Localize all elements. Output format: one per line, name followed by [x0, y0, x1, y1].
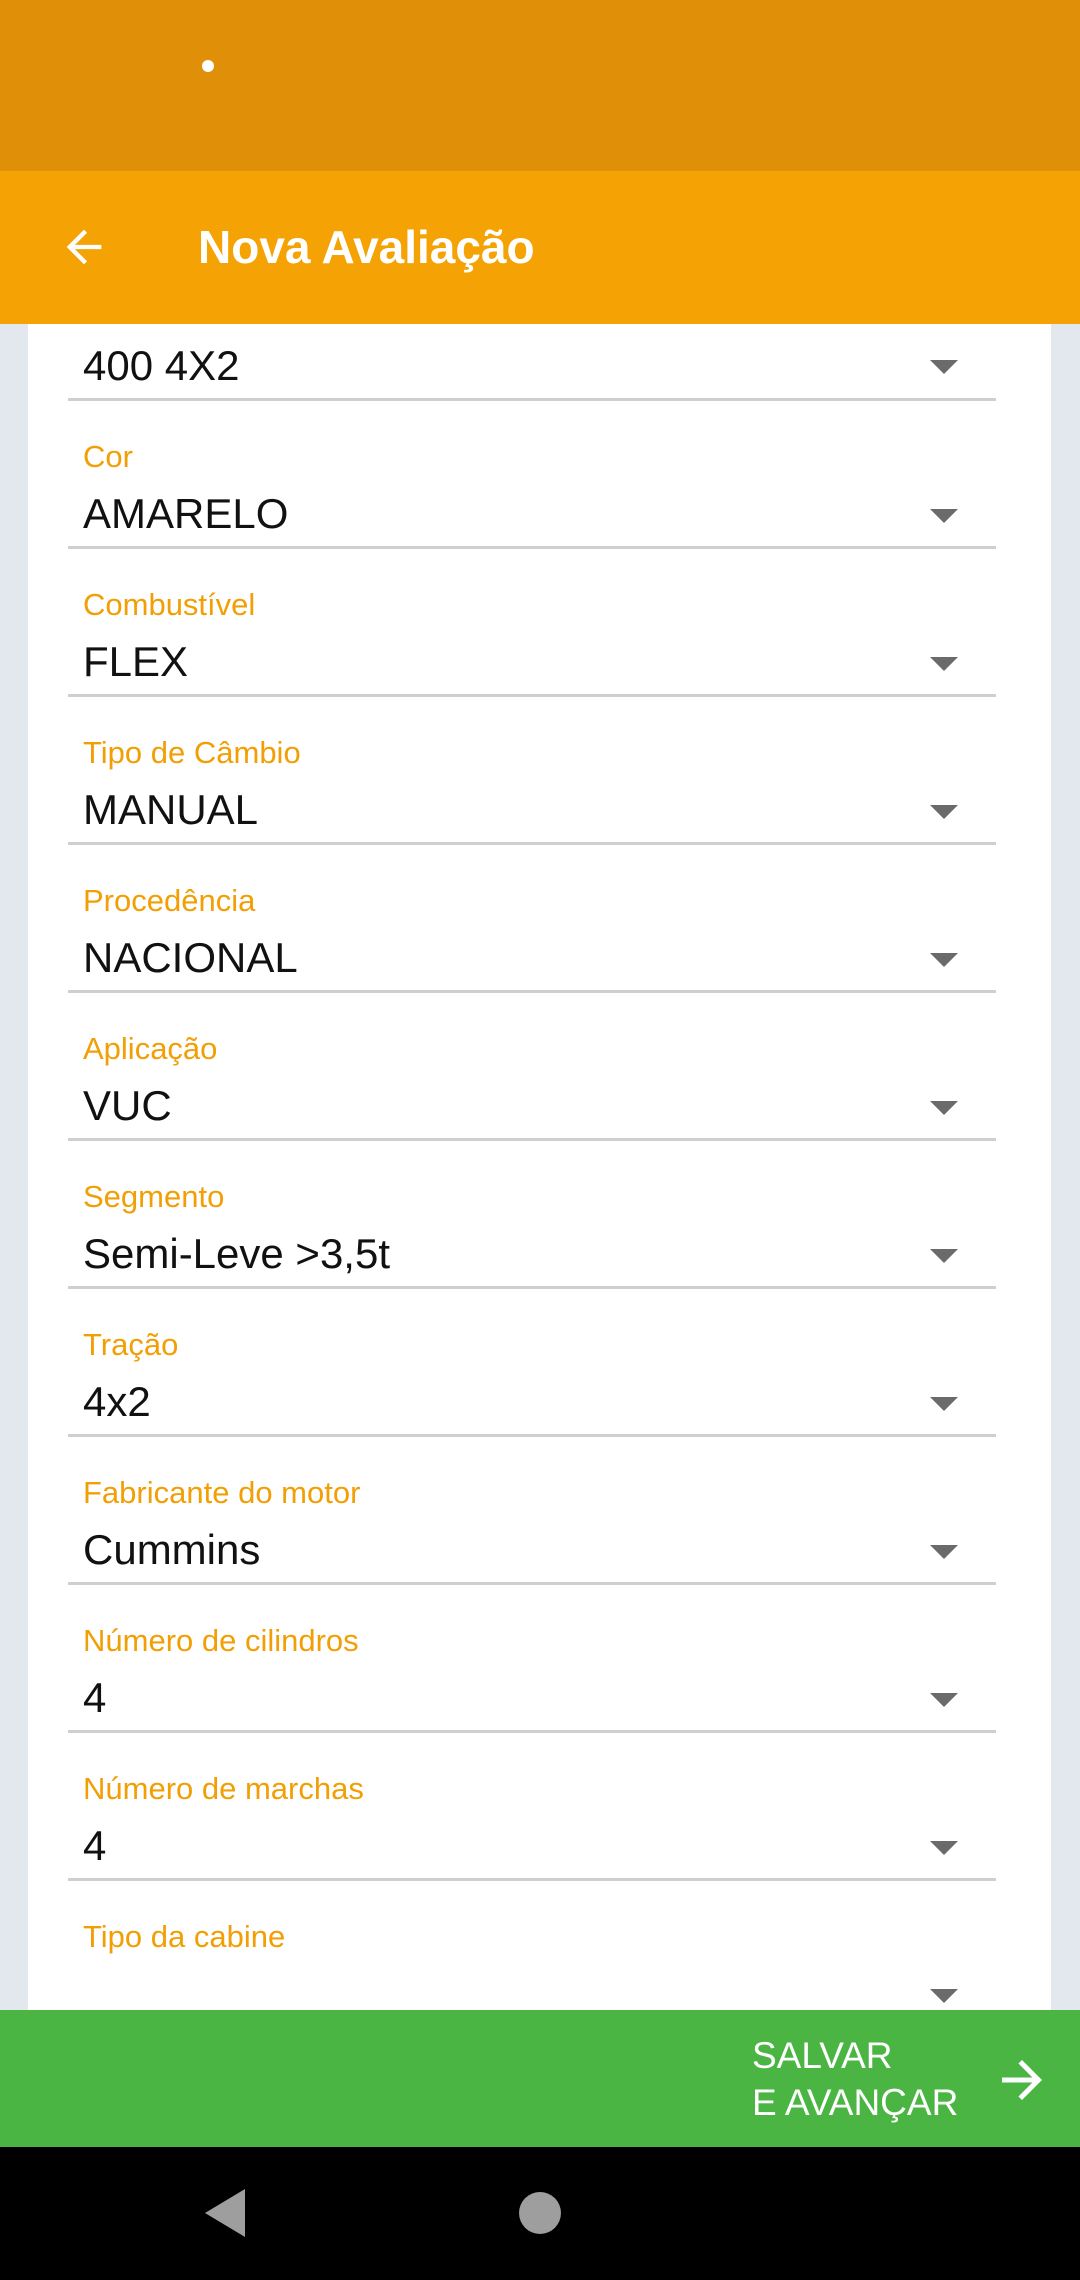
field-cor[interactable]: Cor AMARELO — [68, 429, 996, 553]
field-label: Cor — [83, 439, 133, 474]
field-value: 400 4X2 — [83, 342, 240, 389]
field-value: AMARELO — [83, 490, 289, 537]
triangle-down-icon — [930, 1841, 958, 1855]
field-numero-marchas[interactable]: Número de marchas 4 — [68, 1761, 996, 1885]
notification-dot-icon — [202, 60, 214, 72]
save-and-continue-button[interactable]: SALVAR E AVANÇAR — [0, 2010, 1080, 2147]
field-underline — [68, 1434, 996, 1437]
triangle-down-icon — [930, 1397, 958, 1411]
back-button[interactable] — [40, 203, 128, 291]
field-numero-cilindros[interactable]: Número de cilindros 4 — [68, 1613, 996, 1737]
field-value: 4x2 — [83, 1378, 151, 1425]
field-label: Tipo da cabine — [83, 1919, 286, 1954]
field-value: VUC — [83, 1082, 172, 1129]
field-tipo-cabine[interactable]: Tipo da cabine — [68, 1909, 996, 2010]
field-underline — [68, 546, 996, 549]
triangle-down-icon — [930, 1101, 958, 1115]
field-value: Cummins — [83, 1526, 261, 1573]
save-button-label: SALVAR E AVANÇAR — [752, 2035, 959, 2123]
form-container: 400 4X2 Cor AMARELO Combustível FLEX Tip… — [28, 324, 1051, 2010]
field-label: Fabricante do motor — [83, 1475, 361, 1510]
field-value: Semi-Leve >3,5t — [83, 1230, 391, 1277]
field-label: Número de cilindros — [83, 1623, 359, 1658]
field-label: Segmento — [83, 1179, 225, 1214]
field-segmento[interactable]: Segmento Semi-Leve >3,5t — [68, 1169, 996, 1293]
circle-icon[interactable] — [519, 2192, 561, 2234]
field-underline — [68, 1878, 996, 1881]
field-underline — [68, 1582, 996, 1585]
triangle-down-icon — [930, 509, 958, 523]
page-title: Nova Avaliação — [198, 221, 535, 273]
field-label: Tipo de Câmbio — [83, 735, 301, 770]
triangle-down-icon — [930, 953, 958, 967]
field-underline — [68, 1730, 996, 1733]
field-underline — [68, 1138, 996, 1141]
field-label: Combustível — [83, 587, 256, 622]
triangle-down-icon — [930, 1545, 958, 1559]
triangle-down-icon — [930, 360, 958, 374]
field-tipo-cambio[interactable]: Tipo de Câmbio MANUAL — [68, 725, 996, 849]
field-procedencia[interactable]: Procedência NACIONAL — [68, 873, 996, 997]
field-value: MANUAL — [83, 786, 259, 833]
field-aplicacao[interactable]: Aplicação VUC — [68, 1021, 996, 1145]
status-bar — [0, 0, 1080, 171]
field-underline — [68, 990, 996, 993]
system-nav-bar — [0, 2147, 1080, 2280]
field-tracao[interactable]: Tração 4x2 — [68, 1317, 996, 1441]
triangle-left-icon[interactable] — [205, 2189, 245, 2237]
field-value: NACIONAL — [83, 934, 298, 981]
triangle-down-icon — [930, 1693, 958, 1707]
field-underline — [68, 1286, 996, 1289]
triangle-down-icon — [930, 657, 958, 671]
field-value: FLEX — [83, 638, 189, 685]
field-label: Tração — [83, 1327, 179, 1362]
triangle-down-icon — [930, 1249, 958, 1263]
field-combustivel[interactable]: Combustível FLEX — [68, 577, 996, 701]
field-underline — [68, 398, 996, 401]
field-value: 4 — [83, 1822, 107, 1869]
triangle-down-icon — [930, 805, 958, 819]
field-underline — [68, 842, 996, 845]
field-label: Procedência — [83, 883, 256, 918]
field-label: Aplicação — [83, 1031, 218, 1066]
app-bar: Nova Avaliação — [0, 171, 1080, 324]
field-modelo[interactable]: 400 4X2 — [68, 324, 996, 402]
field-fabricante-motor[interactable]: Fabricante do motor Cummins — [68, 1465, 996, 1589]
field-value: 4 — [83, 1674, 107, 1721]
field-underline — [68, 694, 996, 697]
arrow-left-icon — [66, 229, 102, 265]
triangle-down-icon — [930, 1989, 958, 2003]
arrow-right-icon — [1002, 2060, 1042, 2100]
field-label: Número de marchas — [83, 1771, 364, 1806]
